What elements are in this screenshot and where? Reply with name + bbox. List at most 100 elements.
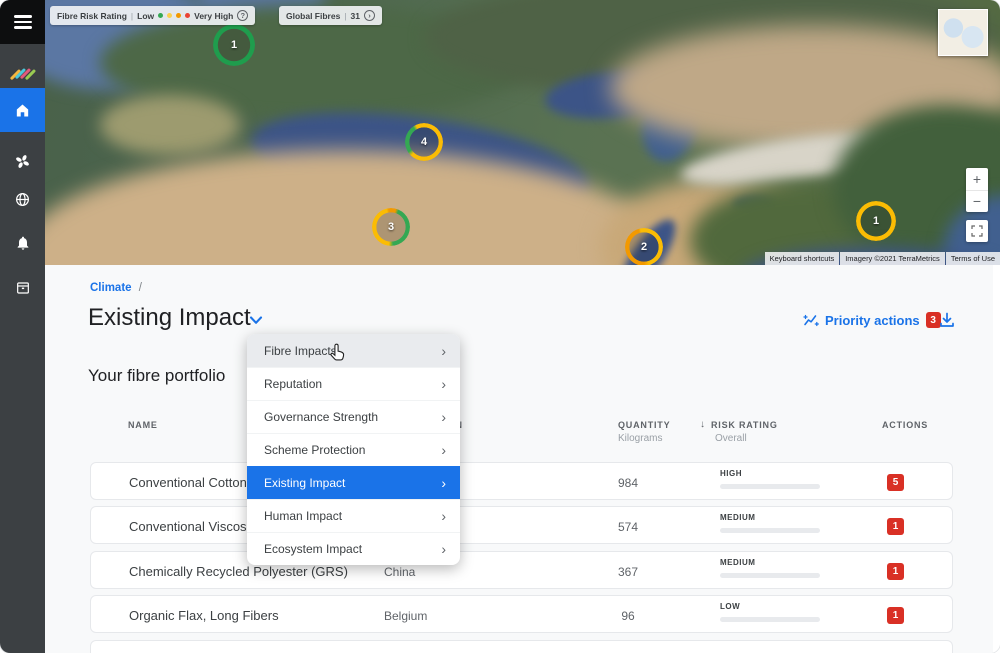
home-icon — [14, 102, 31, 119]
zoom-out-button[interactable]: − — [966, 191, 988, 213]
priority-actions-button[interactable]: Priority actions 3 — [803, 312, 941, 328]
risk-rating-label: MEDIUM — [720, 513, 755, 522]
risk-rating-label: LOW — [720, 602, 740, 611]
fibre-quantity: 367 — [598, 565, 658, 579]
title-dropdown-toggle[interactable] — [248, 313, 264, 327]
bell-icon — [15, 235, 31, 251]
pinwheel-icon — [14, 153, 31, 170]
terms-of-use-link[interactable]: Terms of Use — [946, 252, 1000, 265]
map-marker[interactable]: 2 — [625, 228, 663, 265]
sidebar-item-notifications[interactable] — [0, 221, 45, 265]
archive-box-icon — [15, 280, 31, 296]
legend-low-label: Low — [137, 11, 154, 21]
chevron-right-icon: › — [441, 541, 446, 557]
menu-item-reputation[interactable]: Reputation › — [247, 367, 460, 400]
minimap-toggle[interactable] — [938, 9, 988, 56]
map-marker[interactable]: 4 — [405, 123, 443, 161]
menu-item-label: Reputation — [264, 377, 322, 391]
keyboard-shortcuts-link[interactable]: Keyboard shortcuts — [765, 252, 840, 265]
actions-count-badge[interactable]: 1 — [887, 563, 904, 580]
portfolio-section-title: Your fibre portfolio — [88, 366, 225, 386]
table-row[interactable]: Chemically Recycled Polyester (GRS) Chin… — [90, 551, 953, 589]
map-attribution: Keyboard shortcuts Imagery ©2021 TerraMe… — [764, 252, 1000, 265]
page-content: Climate / Existing Impact Priority actio… — [45, 265, 1000, 653]
sidebar-item-globe[interactable] — [0, 177, 45, 221]
help-icon[interactable]: ? — [237, 10, 248, 21]
map-zoom-control: + − — [966, 168, 988, 212]
hamburger-icon — [14, 15, 32, 28]
table-row[interactable]: Organic Flax, Long Fibers Belgium 96 LOW… — [90, 595, 953, 633]
column-header-quantity[interactable]: QUANTITY — [618, 420, 670, 430]
actions-count-badge[interactable]: 1 — [887, 518, 904, 535]
menu-item-governance-strength[interactable]: Governance Strength › — [247, 400, 460, 433]
impact-dropdown-menu: Fibre Impacts › Reputation › Governance … — [247, 334, 460, 565]
risk-rating-label: MEDIUM — [720, 558, 755, 567]
fullscreen-icon — [971, 225, 983, 237]
fibre-name: Chemically Recycled Polyester (GRS) — [129, 564, 348, 579]
legend-dot-very-high — [185, 13, 190, 18]
sort-descending-icon[interactable]: ↓ — [700, 419, 705, 430]
separator: | — [131, 11, 133, 21]
fibre-name: Organic Flax, Long Fibers — [129, 608, 279, 623]
app-window: Fibre Risk Rating | Low Very High ? Glob… — [0, 0, 1000, 653]
breadcrumb-separator: / — [139, 282, 142, 294]
table-row[interactable]: Conventional Cotton 984 HIGH 5 — [90, 462, 953, 500]
breadcrumb: Climate / — [90, 282, 142, 294]
risk-rating-label: HIGH — [720, 469, 742, 478]
menu-item-label: Ecosystem Impact — [264, 542, 362, 556]
separator: | — [344, 11, 346, 21]
risk-rating-bar — [720, 617, 820, 622]
brand-logo-icon — [13, 64, 33, 84]
priority-actions-icon — [803, 312, 819, 328]
map-terrain — [100, 95, 240, 155]
menu-button[interactable] — [0, 0, 45, 44]
actions-count-badge[interactable]: 1 — [887, 607, 904, 624]
world-map[interactable]: Fibre Risk Rating | Low Very High ? Glob… — [45, 0, 1000, 265]
menu-item-fibre-impacts[interactable]: Fibre Impacts › — [247, 334, 460, 367]
map-marker[interactable]: 1 — [856, 201, 896, 241]
menu-item-human-impact[interactable]: Human Impact › — [247, 499, 460, 532]
menu-item-scheme-protection[interactable]: Scheme Protection › — [247, 433, 460, 466]
chevron-right-icon: › — [441, 343, 446, 359]
fibre-name: Conventional Viscose, — [129, 519, 257, 534]
fullscreen-button[interactable] — [966, 220, 988, 242]
menu-item-ecosystem-impact[interactable]: Ecosystem Impact › — [247, 532, 460, 565]
breadcrumb-climate-link[interactable]: Climate — [90, 282, 132, 294]
column-header-risk-rating[interactable]: RISK RATING — [711, 420, 778, 430]
fibre-quantity: 984 — [598, 476, 658, 490]
download-button[interactable] — [938, 311, 956, 329]
risk-rating-bar — [720, 484, 820, 489]
chevron-down-icon — [248, 313, 264, 327]
legend-high-label: Very High — [194, 11, 233, 21]
fibre-quantity: 96 — [598, 609, 658, 623]
expand-icon[interactable]: › — [364, 10, 375, 21]
column-subheader-overall: Overall — [715, 433, 747, 444]
map-marker[interactable]: 3 — [372, 208, 410, 246]
column-header-name[interactable]: NAME — [128, 420, 158, 430]
zoom-in-button[interactable]: + — [966, 168, 988, 191]
chevron-right-icon: › — [441, 442, 446, 458]
table-row-partial[interactable] — [90, 640, 953, 653]
actions-count-badge[interactable]: 5 — [887, 474, 904, 491]
marker-count: 2 — [625, 228, 663, 265]
marker-count: 3 — [372, 208, 410, 246]
sidebar-item-home[interactable] — [0, 88, 45, 132]
priority-actions-label: Priority actions — [825, 313, 920, 328]
table-row[interactable]: Conventional Viscose, 574 MEDIUM 1 — [90, 506, 953, 544]
marker-count: 4 — [405, 123, 443, 161]
column-subheader-kilograms: Kilograms — [618, 433, 662, 444]
global-fibres-badge[interactable]: Global Fibres | 31 › — [279, 6, 382, 25]
sidebar-item-archive[interactable] — [0, 266, 45, 310]
scrollbar-track[interactable] — [993, 265, 1000, 653]
chevron-right-icon: › — [441, 376, 446, 392]
map-marker[interactable]: 1 — [213, 24, 255, 66]
menu-item-label: Existing Impact — [264, 476, 345, 490]
chevron-right-icon: › — [441, 409, 446, 425]
global-fibres-label: Global Fibres — [286, 11, 340, 21]
sidebar — [0, 0, 45, 653]
menu-item-existing-impact[interactable]: Existing Impact › — [247, 466, 460, 499]
chevron-right-icon: › — [441, 475, 446, 491]
risk-rating-bar — [720, 573, 820, 578]
column-header-actions[interactable]: ACTIONS — [882, 420, 928, 430]
fibre-risk-legend: Fibre Risk Rating | Low Very High ? — [50, 6, 255, 25]
